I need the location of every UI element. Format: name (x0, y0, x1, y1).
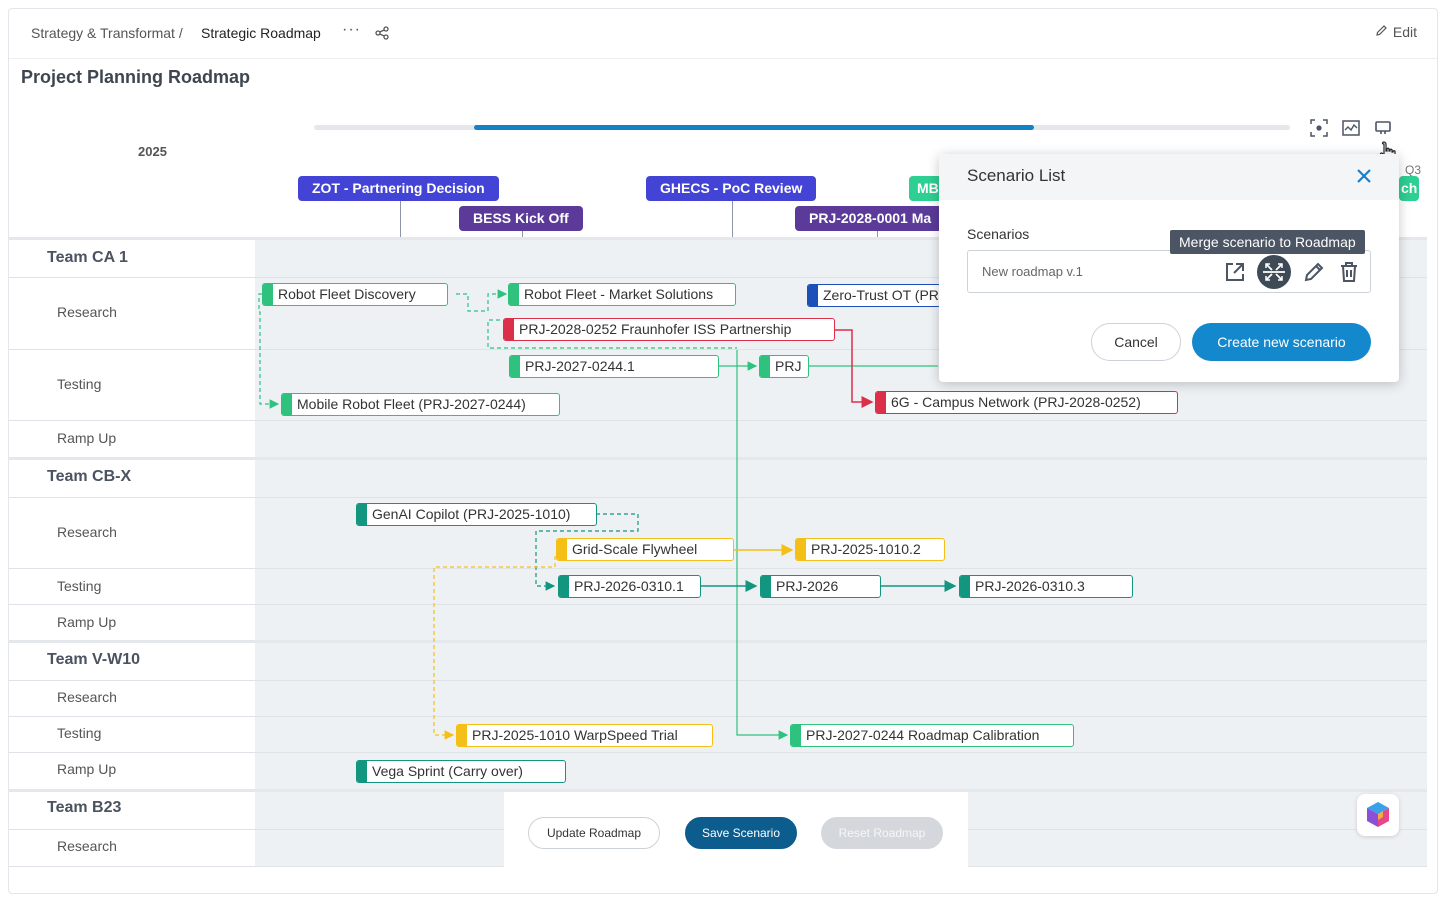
trash-icon[interactable] (1336, 259, 1362, 285)
team-row: Team V-W10 (9, 643, 1427, 680)
lane-cell (255, 460, 1427, 497)
task-bar[interactable]: GenAI Copilot (PRJ-2025-1010) (356, 503, 597, 526)
share-icon[interactable] (375, 26, 389, 45)
quarter-label: Q3 (1405, 163, 1422, 177)
edit-button[interactable]: Edit (1375, 24, 1417, 40)
bottom-action-bar: Update Roadmap Save Scenario Reset Roadm… (504, 792, 968, 868)
lane-label: Research (57, 838, 117, 854)
scenarios-label: Scenarios (967, 226, 1030, 242)
scenario-item[interactable]: New roadmap v.1 (967, 250, 1371, 293)
edit-label: Edit (1392, 24, 1417, 40)
scenario-list-icon[interactable] (1373, 118, 1393, 138)
lane-label: Ramp Up (57, 614, 117, 630)
lane-cell (255, 643, 1427, 680)
task-bar[interactable]: PRJ-2025-1010 WarpSpeed Trial (456, 724, 713, 747)
task-bar[interactable]: Mobile Robot Fleet (PRJ-2027-0244) (281, 393, 560, 416)
scenario-name: New roadmap v.1 (982, 264, 1083, 279)
update-roadmap-button[interactable]: Update Roadmap (528, 817, 660, 849)
team-name: Team V-W10 (47, 651, 141, 668)
merge-tooltip: Merge scenario to Roadmap (1170, 230, 1365, 254)
panel-title: Scenario List (967, 166, 1066, 185)
open-external-icon[interactable] (1222, 259, 1248, 285)
lane-row: Testing (9, 569, 1427, 604)
task-bar[interactable]: PRJ-2025-1010.2 (795, 538, 945, 561)
reset-roadmap-button[interactable]: Reset Roadmap (821, 817, 943, 849)
lane-label: Testing (57, 725, 102, 741)
lane-row: Ramp Up (9, 753, 1427, 789)
task-bar[interactable]: PRJ-2026 (760, 575, 881, 598)
lane-label: Research (57, 689, 117, 705)
header: Strategy & Transformat / Strategic Roadm… (9, 9, 1437, 59)
lane-label: Ramp Up (57, 430, 117, 446)
milestone-flag[interactable]: ZOT - Partnering Decision (298, 176, 499, 201)
breadcrumb-current: Strategic Roadmap (201, 25, 321, 41)
task-bar[interactable]: Robot Fleet Discovery (262, 283, 448, 306)
task-bar[interactable]: PRJ (759, 355, 809, 378)
task-bar[interactable]: PRJ-2027-0244.1 (509, 355, 719, 378)
task-bar[interactable]: Vega Sprint (Carry over) (356, 760, 566, 783)
task-bar[interactable]: PRJ-2026-0310.1 (558, 575, 701, 598)
team-name: Team CA 1 (47, 249, 128, 266)
lane-label: Research (57, 304, 117, 320)
milestone-line (732, 201, 733, 239)
milestone-flag[interactable]: ch (1399, 176, 1419, 201)
create-scenario-button[interactable]: Create new scenario (1192, 323, 1371, 361)
roadmap-frame: Strategy & Transformat / Strategic Roadm… (8, 8, 1438, 894)
timeline-year-label: 2025 (138, 144, 167, 159)
task-bar[interactable]: PRJ-2026-0310.3 (959, 575, 1133, 598)
chart-view-icon[interactable] (1341, 118, 1361, 138)
more-icon[interactable]: ··· (342, 21, 361, 39)
task-bar[interactable]: Robot Fleet - Market Solutions (508, 283, 736, 306)
lane-label: Research (57, 524, 117, 540)
page-title: Project Planning Roadmap (21, 67, 251, 87)
lane-row: Ramp Up (9, 421, 1427, 457)
milestone-flag[interactable]: PRJ-2028-0001 Ma (795, 206, 945, 231)
pencil-icon[interactable] (1301, 259, 1327, 285)
cancel-button[interactable]: Cancel (1091, 323, 1181, 361)
milestone-flag[interactable]: BESS Kick Off (459, 206, 583, 231)
task-bar[interactable]: Grid-Scale Flywheel (556, 538, 734, 561)
task-bar[interactable]: PRJ-2027-0244 Roadmap Calibration (790, 724, 1074, 747)
task-bar[interactable]: 6G - Campus Network (PRJ-2028-0252) (875, 391, 1178, 414)
task-bar[interactable]: PRJ-2028-0252 Fraunhofer ISS Partnership (503, 318, 835, 341)
lane-cell (255, 421, 1427, 457)
lane-label: Testing (57, 376, 102, 392)
lane-cell (255, 681, 1427, 716)
assistant-cube-icon[interactable] (1357, 794, 1399, 836)
team-row: Team CB-X (9, 460, 1427, 497)
lane-row: Testing (9, 717, 1427, 752)
focus-icon[interactable] (1309, 118, 1329, 138)
scenario-list-panel: Scenario List Scenarios New roadmap v.1 … (939, 154, 1399, 382)
milestone-flag[interactable]: GHECS - PoC Review (646, 176, 817, 201)
timeline-range-selection[interactable] (474, 125, 1034, 130)
lane-row: Ramp Up (9, 605, 1427, 640)
merge-icon[interactable] (1257, 255, 1291, 289)
save-scenario-button[interactable]: Save Scenario (685, 817, 797, 849)
close-icon[interactable] (1355, 167, 1373, 185)
breadcrumb-parent[interactable]: Strategy & Transformat / (31, 25, 183, 41)
panel-header: Scenario List (939, 154, 1399, 200)
lane-cell (255, 605, 1427, 640)
lane-label: Testing (57, 578, 102, 594)
team-name: Team B23 (47, 799, 122, 816)
team-name: Team CB-X (47, 468, 132, 485)
lane-row: Research (9, 681, 1427, 716)
task-bar[interactable]: Zero-Trust OT (PR (807, 284, 941, 307)
milestone-line (400, 201, 401, 239)
pencil-icon (1375, 24, 1388, 40)
lane-label: Ramp Up (57, 761, 117, 777)
